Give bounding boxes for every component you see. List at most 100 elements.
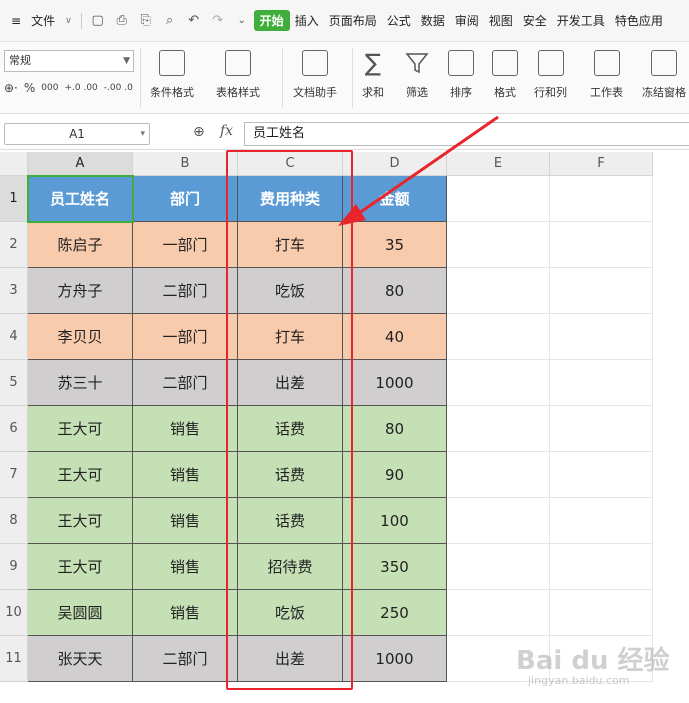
tab-formulas[interactable]: 公式 xyxy=(382,12,416,29)
empty-cell[interactable] xyxy=(447,406,550,452)
row-header-2[interactable]: 2 xyxy=(0,222,28,268)
tab-insert[interactable]: 插入 xyxy=(290,12,324,29)
empty-cell[interactable] xyxy=(447,498,550,544)
table-cell[interactable]: 销售 xyxy=(133,498,238,544)
table-cell[interactable]: 话费 xyxy=(238,498,343,544)
row-header-4[interactable]: 4 xyxy=(0,314,28,360)
fx-icon[interactable]: fx xyxy=(220,123,233,139)
tab-page-layout[interactable]: 页面布局 xyxy=(324,12,382,29)
header-cell[interactable]: 员工姓名 xyxy=(28,176,133,222)
empty-cell[interactable] xyxy=(550,406,653,452)
currency-icon[interactable]: ⊕· xyxy=(4,78,18,98)
header-cell[interactable]: 费用种类 xyxy=(238,176,343,222)
sort-button[interactable]: 排序 xyxy=(448,50,474,100)
preview-icon[interactable]: ⌕ xyxy=(162,13,178,29)
header-cell[interactable]: 金额 xyxy=(343,176,447,222)
empty-cell[interactable] xyxy=(550,360,653,406)
table-cell[interactable]: 二部门 xyxy=(133,268,238,314)
empty-cell[interactable] xyxy=(447,176,550,222)
table-cell[interactable]: 话费 xyxy=(238,452,343,498)
table-cell[interactable]: 250 xyxy=(343,590,447,636)
table-cell[interactable]: 李贝贝 xyxy=(28,314,133,360)
table-cell[interactable]: 张天天 xyxy=(28,636,133,682)
tab-home[interactable]: 开始 xyxy=(253,10,290,31)
column-header-f[interactable]: F xyxy=(550,152,653,176)
row-header-6[interactable]: 6 xyxy=(0,406,28,452)
number-format-select[interactable]: 常规 ▼ xyxy=(4,50,134,72)
table-cell[interactable]: 40 xyxy=(343,314,447,360)
table-cell[interactable]: 苏三十 xyxy=(28,360,133,406)
undo-icon[interactable]: ↶ xyxy=(186,13,202,29)
empty-cell[interactable] xyxy=(550,268,653,314)
empty-cell[interactable] xyxy=(550,544,653,590)
hamburger-icon[interactable]: ≡ xyxy=(6,14,26,28)
tab-data[interactable]: 数据 xyxy=(416,12,450,29)
table-cell[interactable]: 出差 xyxy=(238,636,343,682)
table-cell[interactable]: 王大可 xyxy=(28,406,133,452)
table-cell[interactable]: 一部门 xyxy=(133,314,238,360)
empty-cell[interactable] xyxy=(447,544,550,590)
row-header-8[interactable]: 8 xyxy=(0,498,28,544)
empty-cell[interactable] xyxy=(550,176,653,222)
thousands-button[interactable]: 000 xyxy=(41,78,58,98)
row-header-5[interactable]: 5 xyxy=(0,360,28,406)
table-cell[interactable]: 一部门 xyxy=(133,222,238,268)
table-style-button[interactable]: 表格样式 xyxy=(216,50,260,100)
doc-assistant-button[interactable]: 文档助手 xyxy=(293,50,337,100)
print-preview-icon[interactable]: ⎙ xyxy=(114,13,130,29)
tab-developer[interactable]: 开发工具 xyxy=(552,12,610,29)
empty-cell[interactable] xyxy=(447,360,550,406)
rows-columns-button[interactable]: 行和列 xyxy=(534,50,567,100)
empty-cell[interactable] xyxy=(447,452,550,498)
sum-button[interactable]: ∑ 求和 xyxy=(360,50,386,100)
table-cell[interactable]: 招待费 xyxy=(238,544,343,590)
table-cell[interactable]: 1000 xyxy=(343,360,447,406)
table-cell[interactable]: 打车 xyxy=(238,222,343,268)
column-header-b[interactable]: B xyxy=(133,152,238,176)
empty-cell[interactable] xyxy=(447,314,550,360)
table-cell[interactable]: 销售 xyxy=(133,544,238,590)
table-cell[interactable]: 二部门 xyxy=(133,636,238,682)
column-header-d[interactable]: D xyxy=(343,152,447,176)
table-cell[interactable]: 销售 xyxy=(133,452,238,498)
header-cell[interactable]: 部门 xyxy=(133,176,238,222)
chevron-down-icon[interactable]: ▾ xyxy=(140,124,145,144)
table-cell[interactable]: 1000 xyxy=(343,636,447,682)
empty-cell[interactable] xyxy=(447,590,550,636)
row-header-3[interactable]: 3 xyxy=(0,268,28,314)
tab-view[interactable]: 视图 xyxy=(484,12,518,29)
empty-cell[interactable] xyxy=(550,498,653,544)
table-cell[interactable]: 80 xyxy=(343,406,447,452)
row-header-1[interactable]: 1 xyxy=(0,176,28,222)
select-all-corner[interactable] xyxy=(0,152,28,176)
row-header-7[interactable]: 7 xyxy=(0,452,28,498)
row-header-10[interactable]: 10 xyxy=(0,590,28,636)
print-icon[interactable]: ⎘ xyxy=(138,13,154,29)
worksheet-button[interactable]: 工作表 xyxy=(590,50,623,100)
table-cell[interactable]: 90 xyxy=(343,452,447,498)
table-cell[interactable]: 80 xyxy=(343,268,447,314)
table-cell[interactable]: 100 xyxy=(343,498,447,544)
table-cell[interactable]: 吴圆圆 xyxy=(28,590,133,636)
freeze-panes-button[interactable]: 冻结窗格 xyxy=(642,50,686,100)
row-header-9[interactable]: 9 xyxy=(0,544,28,590)
tab-review[interactable]: 审阅 xyxy=(450,12,484,29)
table-cell[interactable]: 销售 xyxy=(133,406,238,452)
decrease-decimal-button[interactable]: -.00 .0 xyxy=(104,78,133,98)
table-cell[interactable]: 话费 xyxy=(238,406,343,452)
increase-decimal-button[interactable]: +.0 .00 xyxy=(64,78,97,98)
zoom-icon[interactable]: ⊕ xyxy=(193,124,205,140)
empty-cell[interactable] xyxy=(447,268,550,314)
formula-input[interactable]: 员工姓名 xyxy=(244,122,689,146)
conditional-format-button[interactable]: 条件格式 xyxy=(150,50,194,100)
column-header-c[interactable]: C xyxy=(238,152,343,176)
table-cell[interactable]: 350 xyxy=(343,544,447,590)
table-cell[interactable]: 吃饭 xyxy=(238,590,343,636)
empty-cell[interactable] xyxy=(550,590,653,636)
chevron-down-icon[interactable]: ∨ xyxy=(60,16,77,26)
tab-security[interactable]: 安全 xyxy=(518,12,552,29)
name-box[interactable]: A1 ▾ xyxy=(4,123,150,145)
percent-button[interactable]: % xyxy=(24,78,35,98)
customize-icon[interactable]: ⌄ xyxy=(234,13,250,29)
table-cell[interactable]: 销售 xyxy=(133,590,238,636)
